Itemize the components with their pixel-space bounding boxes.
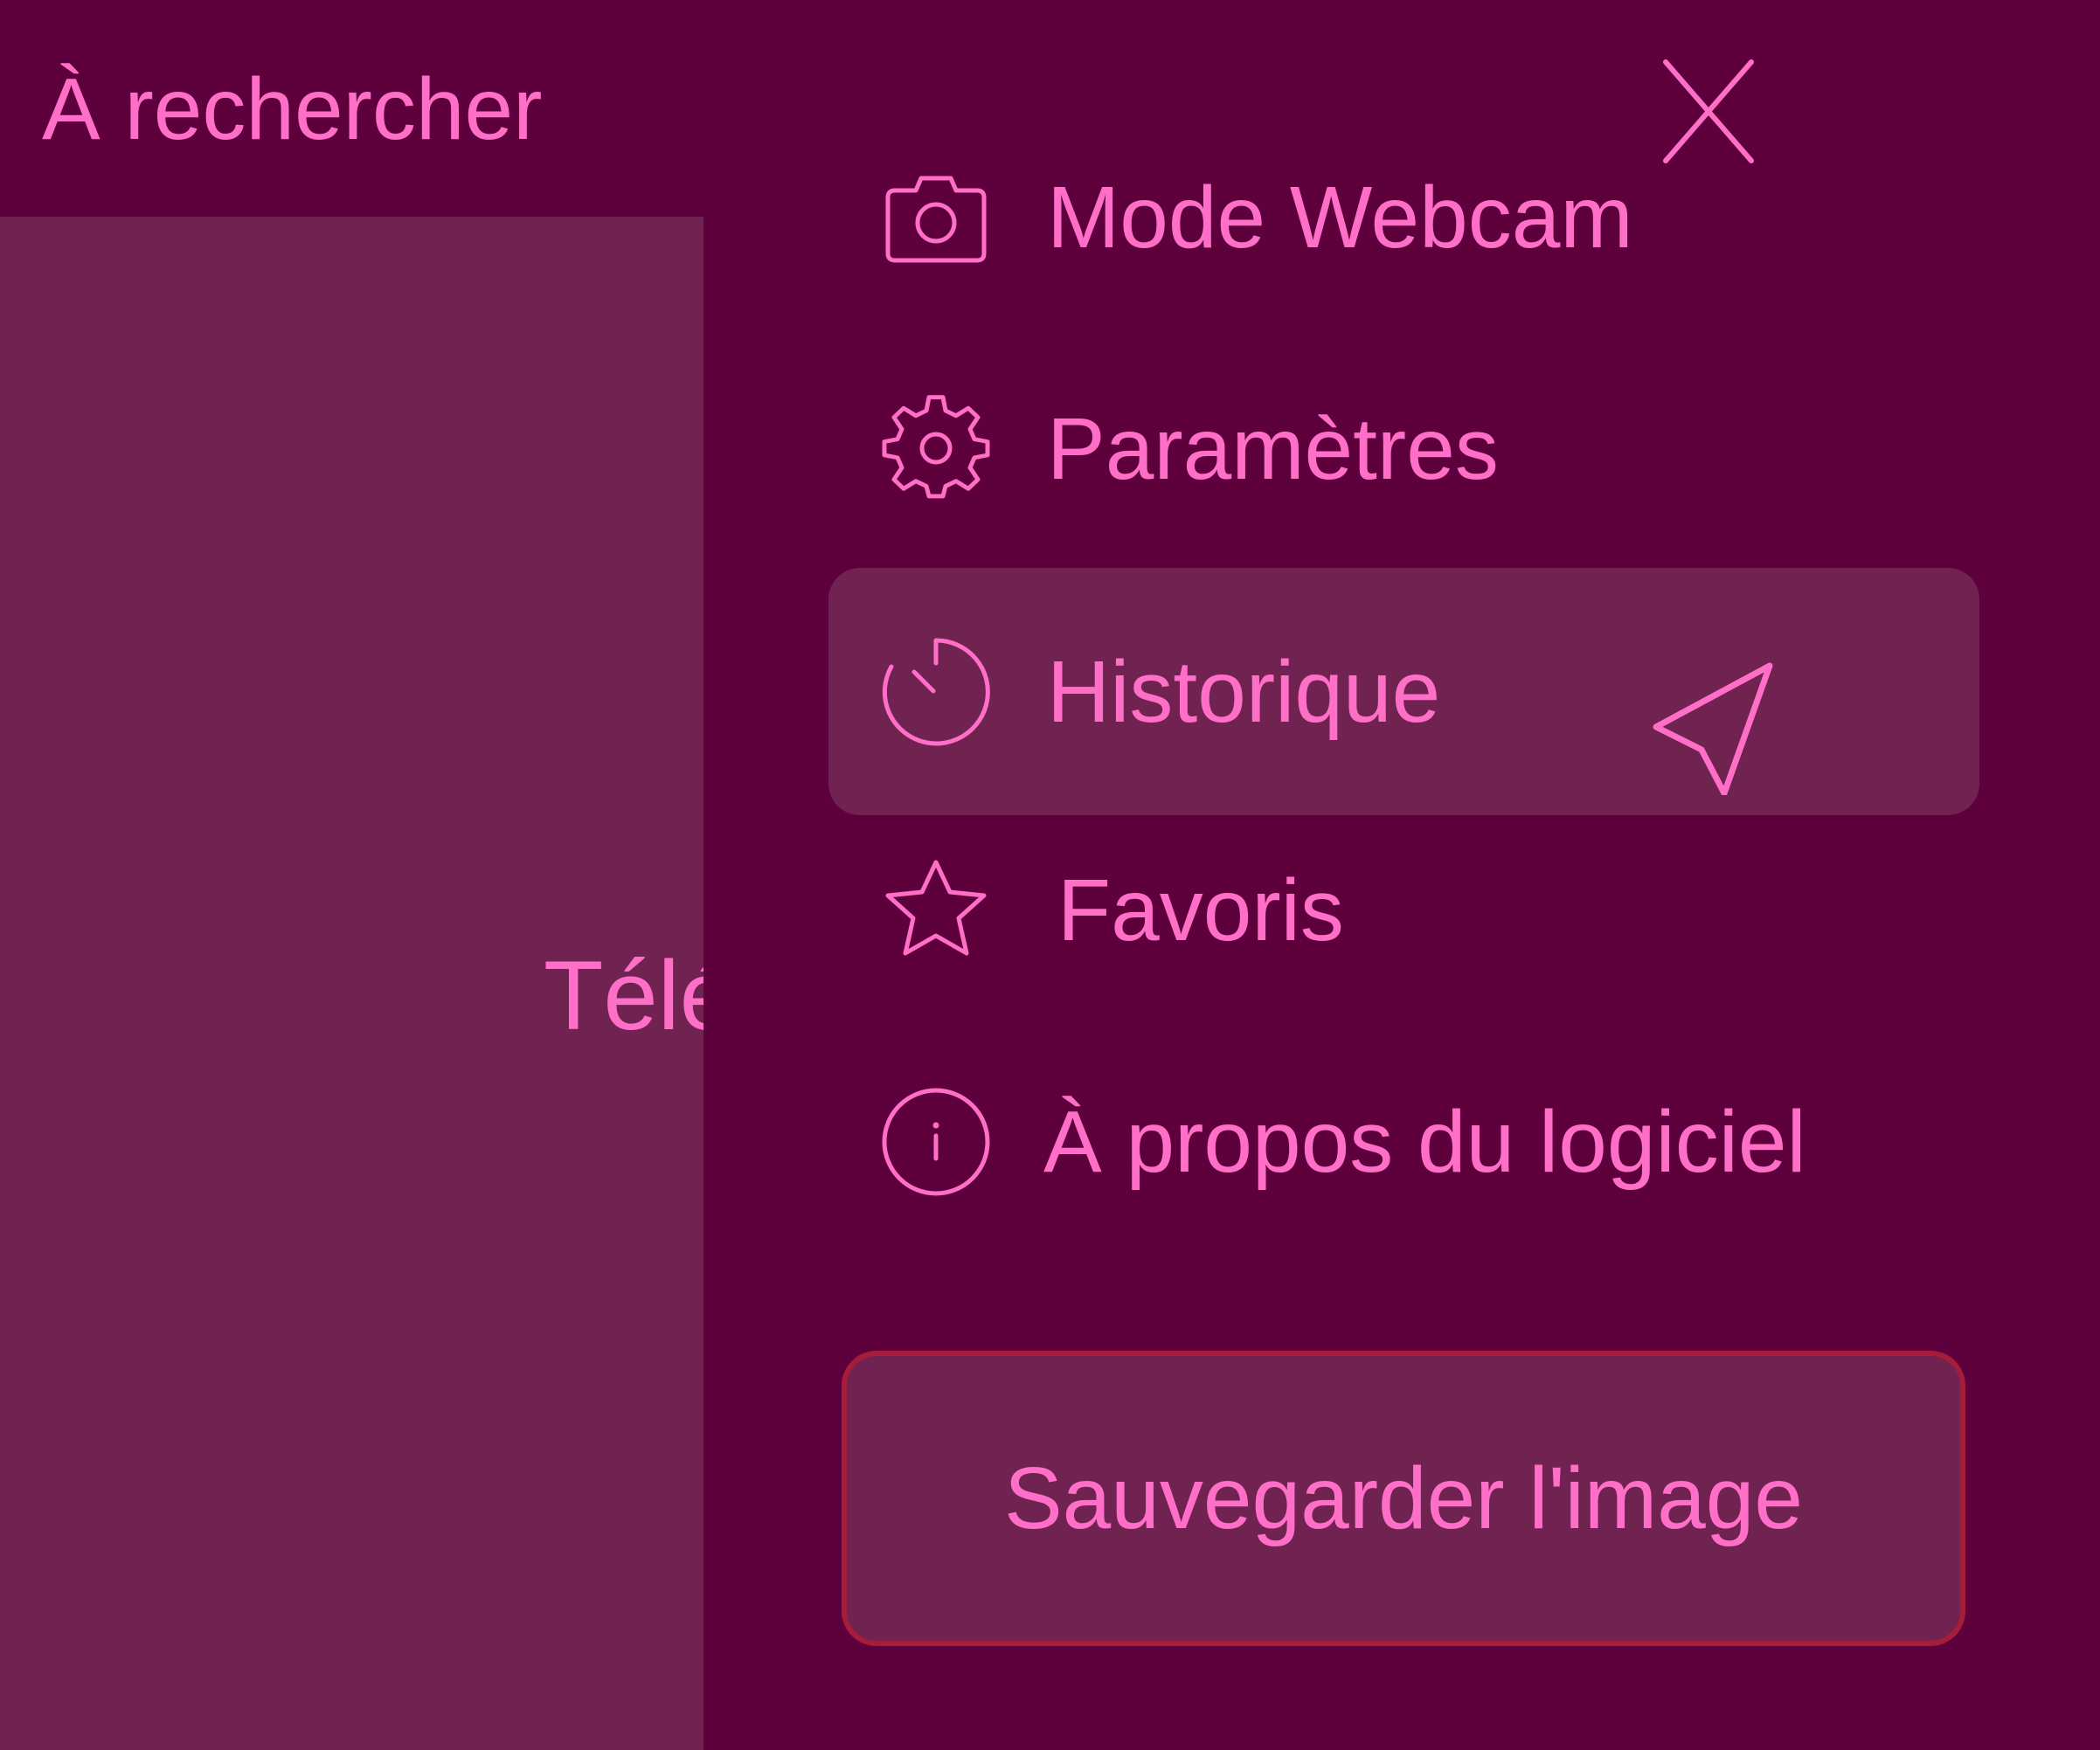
menu-item-settings[interactable]: Paramètres	[828, 325, 1979, 572]
info-icon	[881, 1087, 991, 1197]
menu-item-label: Historique	[1047, 642, 1441, 741]
menu-item-about[interactable]: À propos du logiciel	[828, 1018, 1979, 1265]
navigation-drawer: Mode Webcam Paramètres Historique Favori…	[703, 0, 2100, 1750]
menu-item-webcam[interactable]: Mode Webcam	[828, 93, 1979, 341]
star-icon	[881, 855, 991, 965]
history-icon	[881, 637, 991, 747]
menu-item-label: Paramètres	[1047, 399, 1499, 498]
menu-item-label: Favoris	[1057, 861, 1344, 959]
app-window: À rechercher Télé Mode Webcam Paramètres…	[0, 0, 2100, 1750]
menu-item-label: À propos du logiciel	[1043, 1092, 1806, 1191]
save-image-button[interactable]: Sauvegarder l'image	[842, 1351, 1965, 1646]
menu-item-label: Mode Webcam	[1047, 168, 1633, 266]
menu-item-favorites[interactable]: Favoris	[828, 786, 1979, 1034]
cursor-arrow-icon	[1653, 662, 1773, 795]
page-title: À rechercher	[42, 60, 543, 158]
menu-item-history[interactable]: Historique	[828, 568, 1979, 815]
main-content: Télé	[0, 217, 734, 1750]
gear-icon	[881, 394, 991, 504]
camera-icon	[881, 163, 991, 273]
